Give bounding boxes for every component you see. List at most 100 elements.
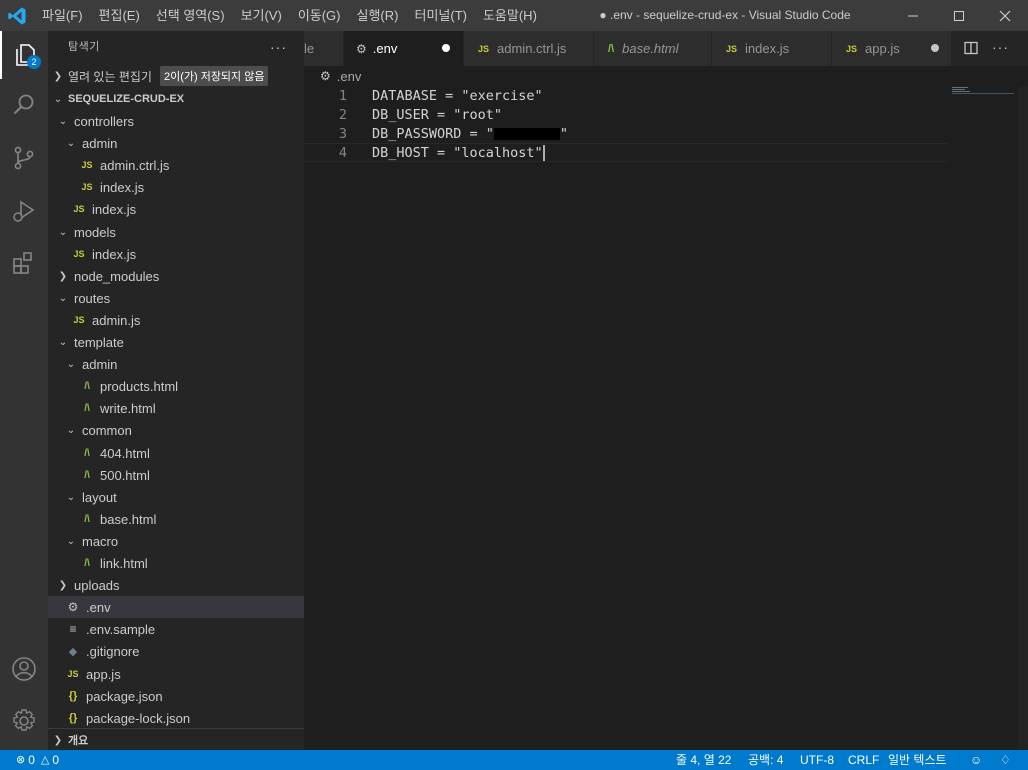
tree-item-label: macro xyxy=(82,533,119,549)
breadcrumb-file[interactable]: .env xyxy=(337,69,362,84)
tree-folder[interactable]: ⌄ models xyxy=(48,221,304,243)
tree-file[interactable]: /\ link.html xyxy=(48,552,304,574)
tree-file[interactable]: ≡ .env.sample xyxy=(48,618,304,640)
tab-app-js[interactable]: JS app.js xyxy=(832,31,952,66)
tree-item-label: index.js xyxy=(92,246,137,262)
tree-file[interactable]: {} package-lock.json xyxy=(48,707,304,729)
minimap[interactable] xyxy=(952,86,1014,750)
tree-item-label: admin xyxy=(82,135,118,151)
js-file-icon: JS xyxy=(478,43,490,54)
explorer-more-actions-button[interactable]: ··· xyxy=(270,31,287,64)
menu-edit[interactable]: 편집(E) xyxy=(91,0,148,31)
tree-folder[interactable]: ⌄ layout xyxy=(48,486,304,508)
tree-folder[interactable]: ⌄ common xyxy=(48,419,304,441)
unsaved-dot-icon[interactable] xyxy=(931,44,939,52)
html-file-icon: /\ xyxy=(608,42,615,55)
unsaved-dot-icon[interactable] xyxy=(442,44,450,52)
menu-run[interactable]: 실행(R) xyxy=(349,0,407,31)
tree-file[interactable]: JS admin.ctrl.js xyxy=(48,154,304,176)
window-title: ● .env - sequelize-crud-ex - Visual Stud… xyxy=(599,8,851,22)
open-editors-section-header[interactable]: ❯ 열려 있는 편집기 2이(가) 저장되지 않음 xyxy=(48,65,304,87)
tree-file[interactable]: JS index.js xyxy=(48,243,304,265)
chevron-down-icon: ⌄ xyxy=(66,491,76,503)
tab-admin-ctrl-js[interactable]: JS admin.ctrl.js xyxy=(464,31,594,66)
accounts-button[interactable] xyxy=(0,645,48,693)
tab-index-js[interactable]: JS index.js xyxy=(712,31,832,66)
tree-item-label: models xyxy=(74,224,116,240)
notifications-bell-icon[interactable]: ♢ xyxy=(1000,750,1011,770)
explorer-view-button[interactable]: 2 xyxy=(0,31,48,79)
line-text: DB_PASSWORD = " " xyxy=(372,126,568,142)
close-window-button[interactable] xyxy=(982,0,1028,31)
tree-item-label: products.html xyxy=(100,378,179,394)
tab-env[interactable]: ⚙ .env xyxy=(344,31,464,66)
menu-help[interactable]: 도움말(H) xyxy=(475,0,545,31)
more-actions-icon[interactable]: ··· xyxy=(992,31,1009,64)
tree-file[interactable]: /\ 404.html xyxy=(48,442,304,464)
chevron-down-icon: ⌄ xyxy=(66,358,76,370)
encoding[interactable]: UTF-8 xyxy=(800,750,834,770)
tree-file[interactable]: ⚙ .env xyxy=(48,596,304,618)
tree-folder[interactable]: ⌄ admin xyxy=(48,132,304,154)
tree-folder[interactable]: ❯ uploads xyxy=(48,574,304,596)
split-editor-icon[interactable] xyxy=(964,41,978,55)
run-debug-view-button[interactable] xyxy=(0,187,48,235)
tree-folder[interactable]: ⌄ controllers xyxy=(48,110,304,132)
source-control-view-button[interactable] xyxy=(0,134,48,182)
open-editors-label: 열려 있는 편집기 xyxy=(68,69,152,84)
tree-item-label: .env xyxy=(86,599,111,615)
tree-file[interactable]: {} package.json xyxy=(48,685,304,707)
tree-folder[interactable]: ⌄ admin xyxy=(48,353,304,375)
tree-item-label: write.html xyxy=(100,400,156,416)
line-text: DB_HOST = "localhost" xyxy=(372,144,545,161)
tree-folder[interactable]: ⌄ macro xyxy=(48,530,304,552)
json-file-icon: {} xyxy=(68,712,78,724)
project-folder-label: SEQUELIZE-CRUD-EX xyxy=(68,93,185,105)
menu-selection[interactable]: 선택 영역(S) xyxy=(148,0,233,31)
tab-hidden-left[interactable]: le xyxy=(304,31,344,66)
tree-file[interactable]: /\ base.html xyxy=(48,508,304,530)
tree-file[interactable]: ◆ .gitignore xyxy=(48,640,304,662)
problems-indicator[interactable]: ⊗ 0 △ 0 xyxy=(16,750,59,770)
tree-file[interactable]: /\ 500.html xyxy=(48,464,304,486)
explorer-sidebar: 탐색기 ··· ❯ 열려 있는 편집기 2이(가) 저장되지 않음 ⌄ SEQU… xyxy=(48,31,304,750)
project-folder-header[interactable]: ⌄ SEQUELIZE-CRUD-EX xyxy=(48,88,304,110)
redacted-password xyxy=(493,127,560,140)
minimize-button[interactable] xyxy=(890,0,936,31)
tab-base-html[interactable]: /\ base.html xyxy=(594,31,712,66)
cursor-position[interactable]: 줄 4, 열 22 xyxy=(676,750,731,770)
extensions-view-button[interactable] xyxy=(0,239,48,287)
indentation[interactable]: 공백: 4 xyxy=(748,750,783,770)
tree-folder[interactable]: ⌄ routes xyxy=(48,287,304,309)
manage-settings-button[interactable] xyxy=(0,697,48,745)
menu-file[interactable]: 파일(F) xyxy=(34,0,91,31)
html-file-icon: /\ xyxy=(84,469,90,481)
tree-file[interactable]: /\ write.html xyxy=(48,397,304,419)
outline-section-header[interactable]: ❯ 개요 xyxy=(48,728,304,751)
menu-go[interactable]: 이동(G) xyxy=(290,0,349,31)
editor-scrollbar[interactable] xyxy=(1018,86,1028,750)
tree-item-label: template xyxy=(74,334,124,350)
tree-file[interactable]: /\ products.html xyxy=(48,375,304,397)
tree-item-label: index.js xyxy=(100,179,145,195)
menu-view[interactable]: 보기(V) xyxy=(233,0,290,31)
maximize-button[interactable] xyxy=(936,0,982,31)
line-number: 1 xyxy=(338,87,347,104)
code-editor[interactable]: 1 DATABASE = "exercise" 2 DB_USER = "roo… xyxy=(304,86,1028,750)
tree-file[interactable]: JS app.js xyxy=(48,663,304,685)
tree-file[interactable]: JS admin.js xyxy=(48,309,304,331)
tree-folder[interactable]: ❯ node_modules xyxy=(48,265,304,287)
tree-file[interactable]: JS index.js xyxy=(48,176,304,198)
tree-folder[interactable]: ⌄ template xyxy=(48,331,304,353)
html-file-icon: /\ xyxy=(84,380,90,392)
html-file-icon: /\ xyxy=(84,557,90,569)
end-of-line[interactable]: CRLF xyxy=(848,750,879,770)
breadcrumb: ⚙ .env xyxy=(320,66,361,86)
menu-terminal[interactable]: 터미널(T) xyxy=(406,0,474,31)
search-view-button[interactable] xyxy=(0,81,48,129)
run-debug-icon xyxy=(13,200,35,222)
tree-file[interactable]: JS index.js xyxy=(48,198,304,220)
feedback-icon[interactable]: ☺ xyxy=(970,750,982,770)
tree-item-label: admin.js xyxy=(92,312,141,328)
language-mode[interactable]: 일반 텍스트 xyxy=(888,750,947,770)
